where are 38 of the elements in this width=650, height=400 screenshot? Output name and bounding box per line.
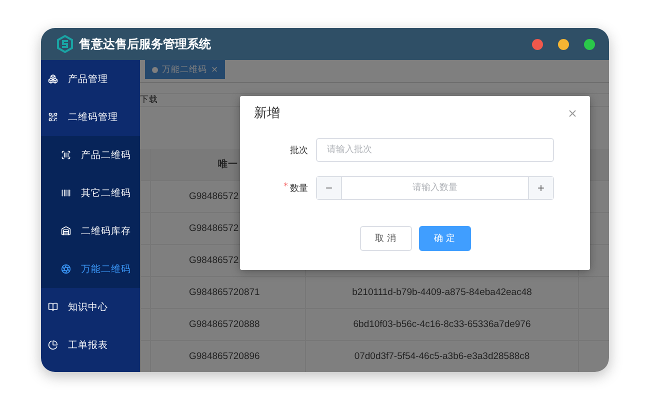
dot-icon [152, 66, 158, 72]
close-window-button[interactable] [532, 38, 543, 50]
barcode-icon [61, 188, 71, 198]
scan-icon [61, 150, 71, 160]
table-cell: 6bd10f03-b56c-4c16-8c33-65336a7de976 [305, 309, 578, 340]
download-label[interactable]: 下载 [140, 94, 158, 106]
submenu-item[interactable]: 万能二维码 [41, 250, 140, 288]
book-icon [48, 302, 58, 312]
minimize-window-button[interactable] [558, 38, 569, 50]
cancel-button[interactable]: 取 消 [360, 226, 412, 251]
submenu-item[interactable]: 其它二维码 [41, 174, 140, 212]
table-cell: G984865720888 [150, 309, 305, 340]
warehouse-icon [61, 226, 71, 236]
table-cell: b210111d-b79b-4409-a875-84eba42eac48 [305, 277, 578, 308]
pie-chart-icon [48, 340, 58, 350]
window-title: 售意达售后服务管理系统 [79, 36, 212, 52]
table-cell: 07d0d3f7-5f54-46c5-a3b6-e3a3d28588c8 [305, 341, 578, 372]
maximize-window-button[interactable] [584, 38, 595, 50]
qr-code-icon [48, 112, 58, 122]
submenu-item[interactable]: 二维码库存 [41, 212, 140, 250]
increment-button[interactable]: + [528, 177, 553, 199]
dialog-title: 新增 [254, 105, 280, 122]
field-label: 数量 [290, 182, 308, 194]
table-cell: G984865720896 [150, 341, 305, 372]
table-cell: G984865720871 [150, 277, 305, 308]
close-button[interactable] [567, 108, 578, 118]
boxes-icon [48, 74, 58, 84]
sidebar-item[interactable]: 二维码管理 [41, 98, 140, 136]
aperture-icon [61, 264, 71, 274]
required-mark: * [284, 182, 288, 194]
sidebar-item[interactable]: 知识中心 [41, 288, 140, 326]
sidebar-item[interactable]: 产品管理 [41, 60, 140, 98]
input-field[interactable]: 请输入批次 [316, 138, 554, 162]
number-input[interactable]: − 请输入数量 + [316, 176, 554, 200]
decrement-button[interactable]: − [317, 177, 342, 199]
logo-icon [57, 35, 73, 53]
submenu-item[interactable]: 产品二维码 [41, 136, 140, 174]
sidebar-item[interactable]: 工单报表 [41, 326, 140, 364]
